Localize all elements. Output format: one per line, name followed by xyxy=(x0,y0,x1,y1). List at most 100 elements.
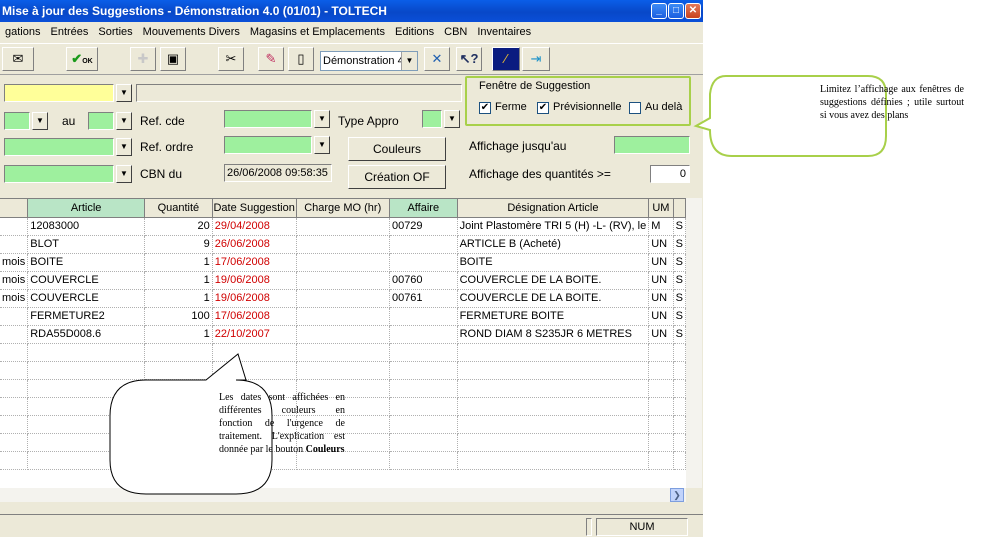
empty-cell[interactable] xyxy=(296,361,390,380)
ok-button[interactable]: ✔OK xyxy=(66,47,98,71)
au-dela-checkbox[interactable] xyxy=(629,102,641,114)
cell-extra[interactable]: S xyxy=(673,253,686,272)
cell-article[interactable]: BOITE xyxy=(27,253,145,272)
ref-ordre-from-dropdown[interactable]: ▼ xyxy=(116,138,132,156)
cell-extra[interactable]: S xyxy=(673,235,686,254)
ref-ordre-dropdown[interactable]: ▼ xyxy=(314,136,330,154)
tools-button[interactable]: ✕ xyxy=(424,47,450,71)
cell-article[interactable]: BLOT xyxy=(27,235,145,254)
cell-status[interactable]: mois xyxy=(0,271,29,290)
cell-date[interactable]: 19/06/2008 xyxy=(212,271,297,290)
col-header-designation[interactable]: Désignation Article xyxy=(457,199,650,218)
empty-cell[interactable] xyxy=(648,361,674,380)
empty-cell[interactable] xyxy=(648,397,674,416)
col-header-um[interactable]: UM xyxy=(648,199,674,218)
col-header-quantite[interactable]: Quantité xyxy=(144,199,213,218)
empty-cell[interactable] xyxy=(0,397,29,416)
cell-status[interactable] xyxy=(0,217,29,236)
empty-cell[interactable] xyxy=(457,451,650,470)
cell-extra[interactable]: S xyxy=(673,217,686,236)
cell-um[interactable]: UN xyxy=(648,253,674,272)
table-row[interactable]: mois COUVERCLE 1 19/06/2008 00761 COUVERCLE D… xyxy=(0,289,686,308)
col-header-extra[interactable] xyxy=(673,199,686,218)
to-field[interactable] xyxy=(88,112,114,130)
cell-charge[interactable] xyxy=(296,253,390,272)
empty-cell[interactable] xyxy=(0,343,29,362)
col-header[interactable] xyxy=(0,199,29,218)
cell-um[interactable]: UN xyxy=(648,289,674,308)
close-button[interactable]: ✕ xyxy=(685,3,701,19)
cell-designation[interactable]: COUVERCLE DE LA BOITE. xyxy=(457,289,650,308)
cell-status[interactable]: mois xyxy=(0,253,29,272)
empty-cell[interactable] xyxy=(0,415,29,434)
exit-button[interactable]: ⇥ xyxy=(522,47,550,71)
maximize-button[interactable]: □ xyxy=(668,3,684,19)
ref-ordre-from-field[interactable] xyxy=(4,138,114,156)
cell-charge[interactable] xyxy=(296,325,390,344)
empty-cell[interactable] xyxy=(389,361,458,380)
menu-editions[interactable]: Editions xyxy=(390,22,439,42)
menu-inventaires[interactable]: Inventaires xyxy=(472,22,536,42)
cell-affaire[interactable] xyxy=(389,235,458,254)
new-doc-button[interactable]: ▯ xyxy=(288,47,314,71)
cell-affaire[interactable]: 00761 xyxy=(389,289,458,308)
col-header-date-suggestion[interactable]: Date Suggestion xyxy=(212,199,297,218)
empty-cell[interactable] xyxy=(0,379,29,398)
vertical-scrollbar[interactable] xyxy=(686,198,702,488)
empty-cell[interactable] xyxy=(389,343,458,362)
empty-cell[interactable] xyxy=(673,361,686,380)
cell-status[interactable]: mois xyxy=(0,289,29,308)
col-header-article[interactable]: Article xyxy=(27,199,145,218)
couleurs-button[interactable]: Couleurs xyxy=(348,137,446,161)
cut-button[interactable]: ✂ xyxy=(218,47,244,71)
empty-cell[interactable] xyxy=(673,433,686,452)
empty-cell[interactable] xyxy=(389,379,458,398)
article-filter-dropdown[interactable]: ▼ xyxy=(116,84,132,102)
horizontal-scrollbar[interactable]: ❯ xyxy=(0,488,686,502)
scroll-right-icon[interactable]: ❯ xyxy=(670,488,684,502)
title-bar[interactable]: Mise à jour des Suggestions - Démonstrat… xyxy=(0,0,703,22)
type-appro-field[interactable] xyxy=(422,110,442,128)
cell-charge[interactable] xyxy=(296,289,390,308)
empty-cell[interactable] xyxy=(673,397,686,416)
cell-quantite[interactable]: 100 xyxy=(144,307,213,326)
cell-status[interactable] xyxy=(0,235,29,254)
add-button[interactable]: ✚ xyxy=(130,47,156,71)
cell-quantite[interactable]: 9 xyxy=(144,235,213,254)
type-appro-dropdown[interactable]: ▼ xyxy=(444,110,460,128)
cell-designation[interactable]: ROND DIAM 8 S235JR 6 METRES xyxy=(457,325,650,344)
cell-date[interactable]: 22/10/2007 xyxy=(212,325,297,344)
menu-entrees[interactable]: Entrées xyxy=(45,22,93,42)
erase-button[interactable]: ✎ xyxy=(258,47,284,71)
col-header-charge-mo[interactable]: Charge MO (hr) xyxy=(296,199,390,218)
ref-cde-dropdown[interactable]: ▼ xyxy=(314,110,330,128)
empty-cell[interactable] xyxy=(457,361,650,380)
cell-designation[interactable]: FERMETURE BOITE xyxy=(457,307,650,326)
table-row[interactable]: RDA55D008.6 1 22/10/2007 ROND DIAM 8 S235JR… xyxy=(0,325,686,344)
table-row[interactable]: BLOT 9 26/06/2008 ARTICLE B (Acheté) UN S xyxy=(0,235,686,254)
cbn-from-dropdown[interactable]: ▼ xyxy=(116,165,132,183)
empty-cell[interactable] xyxy=(648,343,674,362)
from-dropdown[interactable]: ▼ xyxy=(32,112,48,130)
menu-mouvements-divers[interactable]: Mouvements Divers xyxy=(138,22,245,42)
creation-of-button[interactable]: Création OF xyxy=(348,165,446,189)
empty-cell[interactable] xyxy=(457,379,650,398)
empty-cell[interactable] xyxy=(673,451,686,470)
cell-date[interactable]: 17/06/2008 xyxy=(212,253,297,272)
ref-cde-field[interactable] xyxy=(224,110,312,128)
cell-quantite[interactable]: 1 xyxy=(144,271,213,290)
cell-article[interactable]: FERMETURE2 xyxy=(27,307,145,326)
cell-designation[interactable]: BOITE xyxy=(457,253,650,272)
empty-cell[interactable] xyxy=(296,343,390,362)
from-field[interactable] xyxy=(4,112,30,130)
empty-cell[interactable] xyxy=(648,415,674,434)
empty-row[interactable] xyxy=(0,343,686,362)
empty-cell[interactable] xyxy=(0,433,29,452)
ferme-checkbox[interactable]: ✔ xyxy=(479,102,491,114)
cell-date[interactable]: 17/06/2008 xyxy=(212,307,297,326)
cell-charge[interactable] xyxy=(296,307,390,326)
cell-designation[interactable]: ARTICLE B (Acheté) xyxy=(457,235,650,254)
minimize-button[interactable]: _ xyxy=(651,3,667,19)
article-filter-field[interactable] xyxy=(4,84,114,102)
cell-charge[interactable] xyxy=(296,271,390,290)
